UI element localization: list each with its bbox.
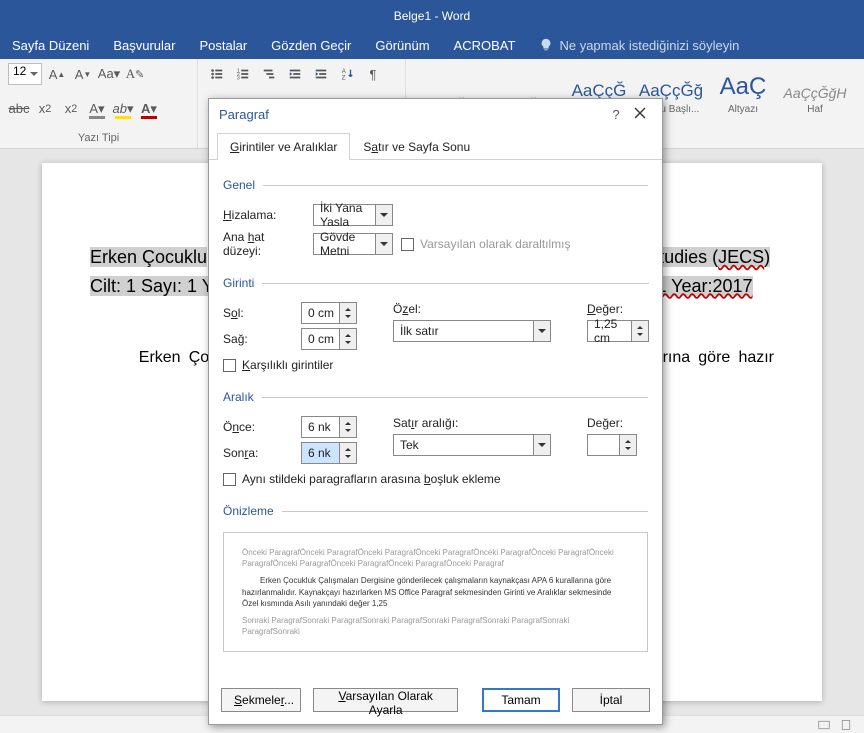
svg-text:Z: Z — [342, 74, 346, 81]
set-default-button[interactable]: Varsayılan Olarak Ayarla — [313, 688, 458, 712]
tab-review[interactable]: Gözden Geçir — [271, 38, 351, 53]
shrink-font-button[interactable]: A▼ — [72, 63, 94, 85]
chevron-down-icon — [533, 435, 550, 455]
change-case-button[interactable]: Aa▾ — [98, 63, 120, 85]
alignment-label: Hizalama: — [223, 208, 305, 222]
line-spacing-combo[interactable]: Tek — [393, 434, 551, 456]
close-icon — [634, 107, 646, 119]
right-indent-label: Sağ: — [223, 332, 293, 346]
app-title: Belge1 - Word — [394, 9, 470, 23]
special-label: Özel: — [393, 302, 471, 316]
mirror-indents-checkbox[interactable]: Karşılıklı girintiler — [223, 358, 649, 372]
right-indent-spin[interactable]: 0 cm — [301, 328, 357, 350]
svg-text:3: 3 — [237, 75, 240, 81]
highlight-button[interactable]: ab▾ — [112, 98, 134, 120]
show-marks-button[interactable]: ¶ — [362, 63, 384, 85]
outline-level-label: Ana hat düzeyi: — [223, 230, 305, 258]
left-indent-spin[interactable]: 0 cm — [301, 302, 357, 324]
style-item[interactable]: AaÇAltyazı — [710, 71, 776, 116]
read-mode-icon[interactable] — [818, 719, 830, 731]
dialog-buttons: Sekmeler... Varsayılan Olarak Ayarla Tam… — [209, 678, 662, 724]
title-bar: Belge1 - Word — [0, 0, 864, 31]
line-spacing-label: Satır aralığı: — [393, 416, 458, 430]
tab-mailings[interactable]: Postalar — [199, 38, 247, 53]
dialog-title: Paragraf — [219, 107, 604, 122]
general-group: Genel Hizalama: İki Yana Yasla Ana hat d… — [223, 178, 648, 262]
no-space-same-style-checkbox[interactable]: Aynı stildeki paragrafların arasına boşl… — [223, 472, 648, 486]
strikethrough-button[interactable]: abc — [8, 98, 30, 120]
at-label: Değer: — [587, 416, 623, 430]
bulb-icon — [539, 38, 553, 52]
paragraph-dialog: Paragraf ? Girintiler ve Aralıklar Satır… — [208, 98, 663, 725]
preview-box: Önceki ParagrafÖnceki ParagrafÖnceki Par… — [223, 532, 648, 652]
tab-view[interactable]: Görünüm — [375, 38, 429, 53]
tell-me-box[interactable]: Ne yapmak istediğinizi söyleyin — [539, 38, 739, 53]
dialog-titlebar: Paragraf ? — [209, 99, 662, 132]
font-group-label: Yazı Tipi — [8, 132, 189, 146]
indent-group: Girinti Sol: 0 cm Sağ: 0 cm Özel: İlk sa… — [223, 276, 649, 376]
special-combo[interactable]: İlk satır — [393, 320, 551, 342]
font-size-value: 12 — [13, 64, 26, 78]
after-spin[interactable]: 6 nk — [301, 442, 357, 464]
font-group: 12 A▲ A▼ Aa▾ A✎ abc x2 x2 A▾ ab▾ A▾ Yazı… — [0, 59, 198, 148]
tab-acrobat[interactable]: ACROBAT — [454, 38, 516, 53]
increase-indent-button[interactable] — [310, 63, 332, 85]
clear-formatting-button[interactable]: A✎ — [124, 63, 146, 85]
font-size-combo[interactable]: 12 — [8, 63, 42, 85]
tab-layout[interactable]: Sayfa Düzeni — [12, 38, 89, 53]
tabs-button[interactable]: Sekmeler... — [221, 688, 301, 712]
left-indent-label: Sol: — [223, 306, 293, 320]
cancel-button[interactable]: İptal — [572, 688, 650, 712]
ok-button[interactable]: Tamam — [482, 688, 560, 712]
by-label: Değer: — [587, 302, 623, 316]
at-spin[interactable] — [587, 434, 637, 456]
spacing-legend: Aralık — [223, 390, 262, 404]
outline-level-combo[interactable]: Gövde Metni — [313, 233, 393, 255]
dialog-body: Genel Hizalama: İki Yana Yasla Ana hat d… — [209, 160, 662, 678]
dialog-tabs: Girintiler ve Aralıklar Satır ve Sayfa S… — [209, 132, 662, 160]
print-layout-icon[interactable] — [840, 719, 852, 731]
spacing-group: Aralık Önce: 6 nk Sonra: 6 nk Satır aral… — [223, 390, 648, 490]
chevron-down-icon — [375, 205, 392, 225]
multilevel-list-button[interactable] — [258, 63, 280, 85]
alignment-combo[interactable]: İki Yana Yasla — [313, 204, 393, 226]
before-spin[interactable]: 6 nk — [301, 416, 357, 438]
tab-indents-spacing[interactable]: Girintiler ve Aralıklar — [217, 133, 350, 160]
font-color-button[interactable]: A▾ — [138, 98, 160, 120]
numbering-button[interactable]: 123 — [232, 63, 254, 85]
chevron-down-icon — [375, 234, 392, 254]
tell-me-label: Ne yapmak istediğinizi söyleyin — [559, 38, 739, 53]
help-button[interactable]: ? — [604, 107, 628, 122]
sort-button[interactable]: AZ — [336, 63, 358, 85]
decrease-indent-button[interactable] — [284, 63, 306, 85]
general-legend: Genel — [223, 178, 263, 192]
collapsed-checkbox: Varsayılan olarak daraltılmış — [401, 237, 571, 251]
preview-legend: Önizleme — [223, 504, 282, 518]
superscript-button[interactable]: x2 — [60, 98, 82, 120]
style-item[interactable]: AaÇçĞğHHaf — [782, 83, 848, 116]
before-label: Önce: — [223, 420, 293, 434]
preview-group: Önizleme Önceki ParagrafÖnceki ParagrafÖ… — [223, 504, 648, 652]
tab-references[interactable]: Başvurular — [113, 38, 175, 53]
chevron-down-icon — [533, 321, 550, 341]
indent-legend: Girinti — [223, 276, 262, 290]
subscript-button[interactable]: x2 — [34, 98, 56, 120]
text-effects-button[interactable]: A▾ — [86, 98, 108, 120]
ribbon-tabs: Sayfa Düzeni Başvurular Postalar Gözden … — [0, 31, 864, 59]
grow-font-button[interactable]: A▲ — [46, 63, 68, 85]
tab-line-page-breaks[interactable]: Satır ve Sayfa Sonu — [350, 133, 483, 160]
bullets-button[interactable] — [206, 63, 228, 85]
by-spin[interactable]: 1,25 cm — [587, 320, 649, 342]
close-button[interactable] — [628, 107, 652, 122]
after-label: Sonra: — [223, 446, 293, 460]
